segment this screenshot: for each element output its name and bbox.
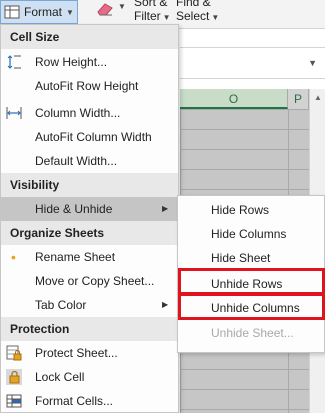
format-menu: Cell Size Row Height... AutoFit Row Heig… — [0, 24, 179, 413]
format-button[interactable]: Format ▼ — [0, 0, 78, 24]
menu-item-move-copy-sheet[interactable]: Move or Copy Sheet... — [1, 269, 178, 293]
menu-item-default-width[interactable]: Default Width... — [1, 149, 178, 173]
menu-item-label: Protect Sheet... — [35, 346, 118, 360]
menu-item-label: Column Width... — [35, 106, 121, 120]
chevron-down-icon[interactable]: ▼ — [118, 2, 126, 11]
menu-item-row-height[interactable]: Row Height... — [1, 50, 178, 74]
menu-item-autofit-column-width[interactable]: AutoFit Column Width — [1, 125, 178, 149]
find-select-line2: Select — [176, 9, 210, 23]
row-height-icon — [7, 55, 21, 69]
chevron-down-icon: ▼ — [66, 7, 74, 17]
menu-item-label: Row Height... — [35, 55, 108, 69]
menu-item-label: Move or Copy Sheet... — [35, 274, 155, 288]
column-width-icon — [6, 107, 22, 119]
submenu-item-hide-sheet[interactable]: Hide Sheet — [178, 246, 324, 270]
menu-item-label: Tab Color — [35, 298, 87, 312]
bullet-icon: • — [11, 249, 16, 265]
sort-filter-line2: Filter — [134, 9, 161, 23]
chevron-down-icon: ▼ — [211, 13, 220, 22]
submenu-item-unhide-sheet: Unhide Sheet... — [211, 326, 294, 340]
expand-formula-bar-icon[interactable]: ▼ — [308, 58, 317, 68]
menu-item-label: AutoFit Row Height — [35, 79, 139, 93]
formula-bar[interactable]: ▼ — [180, 47, 325, 79]
submenu-item-hide-columns[interactable]: Hide Columns — [178, 222, 324, 246]
menu-item-lock-cell[interactable]: Lock Cell — [1, 365, 178, 389]
section-organize-sheets: Organize Sheets — [1, 221, 178, 245]
chevron-down-icon: ▼ — [162, 13, 171, 22]
protect-sheet-icon — [6, 345, 22, 361]
scroll-up-icon[interactable]: ▲ — [314, 93, 322, 102]
submenu-item-hide-rows[interactable]: Hide Rows — [178, 198, 324, 222]
menu-item-label: Format Cells... — [35, 394, 114, 408]
menu-item-format-cells[interactable]: Format Cells... — [1, 389, 178, 413]
section-protection: Protection — [1, 317, 178, 341]
highlight-box-unhide-columns — [178, 292, 325, 320]
menu-item-label: Rename Sheet — [35, 250, 116, 264]
sort-filter-button[interactable]: Sort & Filter ▼ — [134, 0, 171, 23]
menu-item-rename-sheet[interactable]: • Rename Sheet — [1, 245, 178, 269]
column-header-o[interactable]: O — [180, 89, 288, 109]
chevron-right-icon: ▶ — [162, 300, 169, 309]
chevron-right-icon: ▶ — [162, 204, 169, 213]
menu-item-autofit-row-height[interactable]: AutoFit Row Height — [1, 74, 178, 98]
menu-item-tab-color[interactable]: Tab Color ▶ — [1, 293, 178, 317]
section-visibility: Visibility — [1, 173, 178, 197]
sort-filter-line1: Sort & — [134, 0, 168, 9]
format-button-label: Format — [24, 5, 63, 19]
lock-icon — [6, 369, 22, 385]
section-cell-size: Cell Size — [1, 25, 178, 49]
menu-item-column-width[interactable]: Column Width... — [1, 101, 178, 125]
format-icon — [4, 5, 20, 19]
menu-item-label: Lock Cell — [35, 370, 85, 384]
find-select-button[interactable]: Find & Select ▼ — [176, 0, 219, 23]
column-header-p[interactable]: P — [288, 89, 309, 109]
find-select-line1: Find & — [176, 0, 211, 9]
menu-item-label: Default Width... — [35, 154, 118, 168]
eraser-icon[interactable] — [96, 2, 114, 16]
format-cells-icon — [6, 394, 22, 408]
menu-item-label: AutoFit Column Width — [35, 130, 152, 144]
menu-item-label: Hide & Unhide — [35, 202, 113, 216]
menu-item-protect-sheet[interactable]: Protect Sheet... — [1, 341, 178, 365]
menu-item-hide-unhide[interactable]: Hide & Unhide ▶ — [1, 197, 178, 221]
